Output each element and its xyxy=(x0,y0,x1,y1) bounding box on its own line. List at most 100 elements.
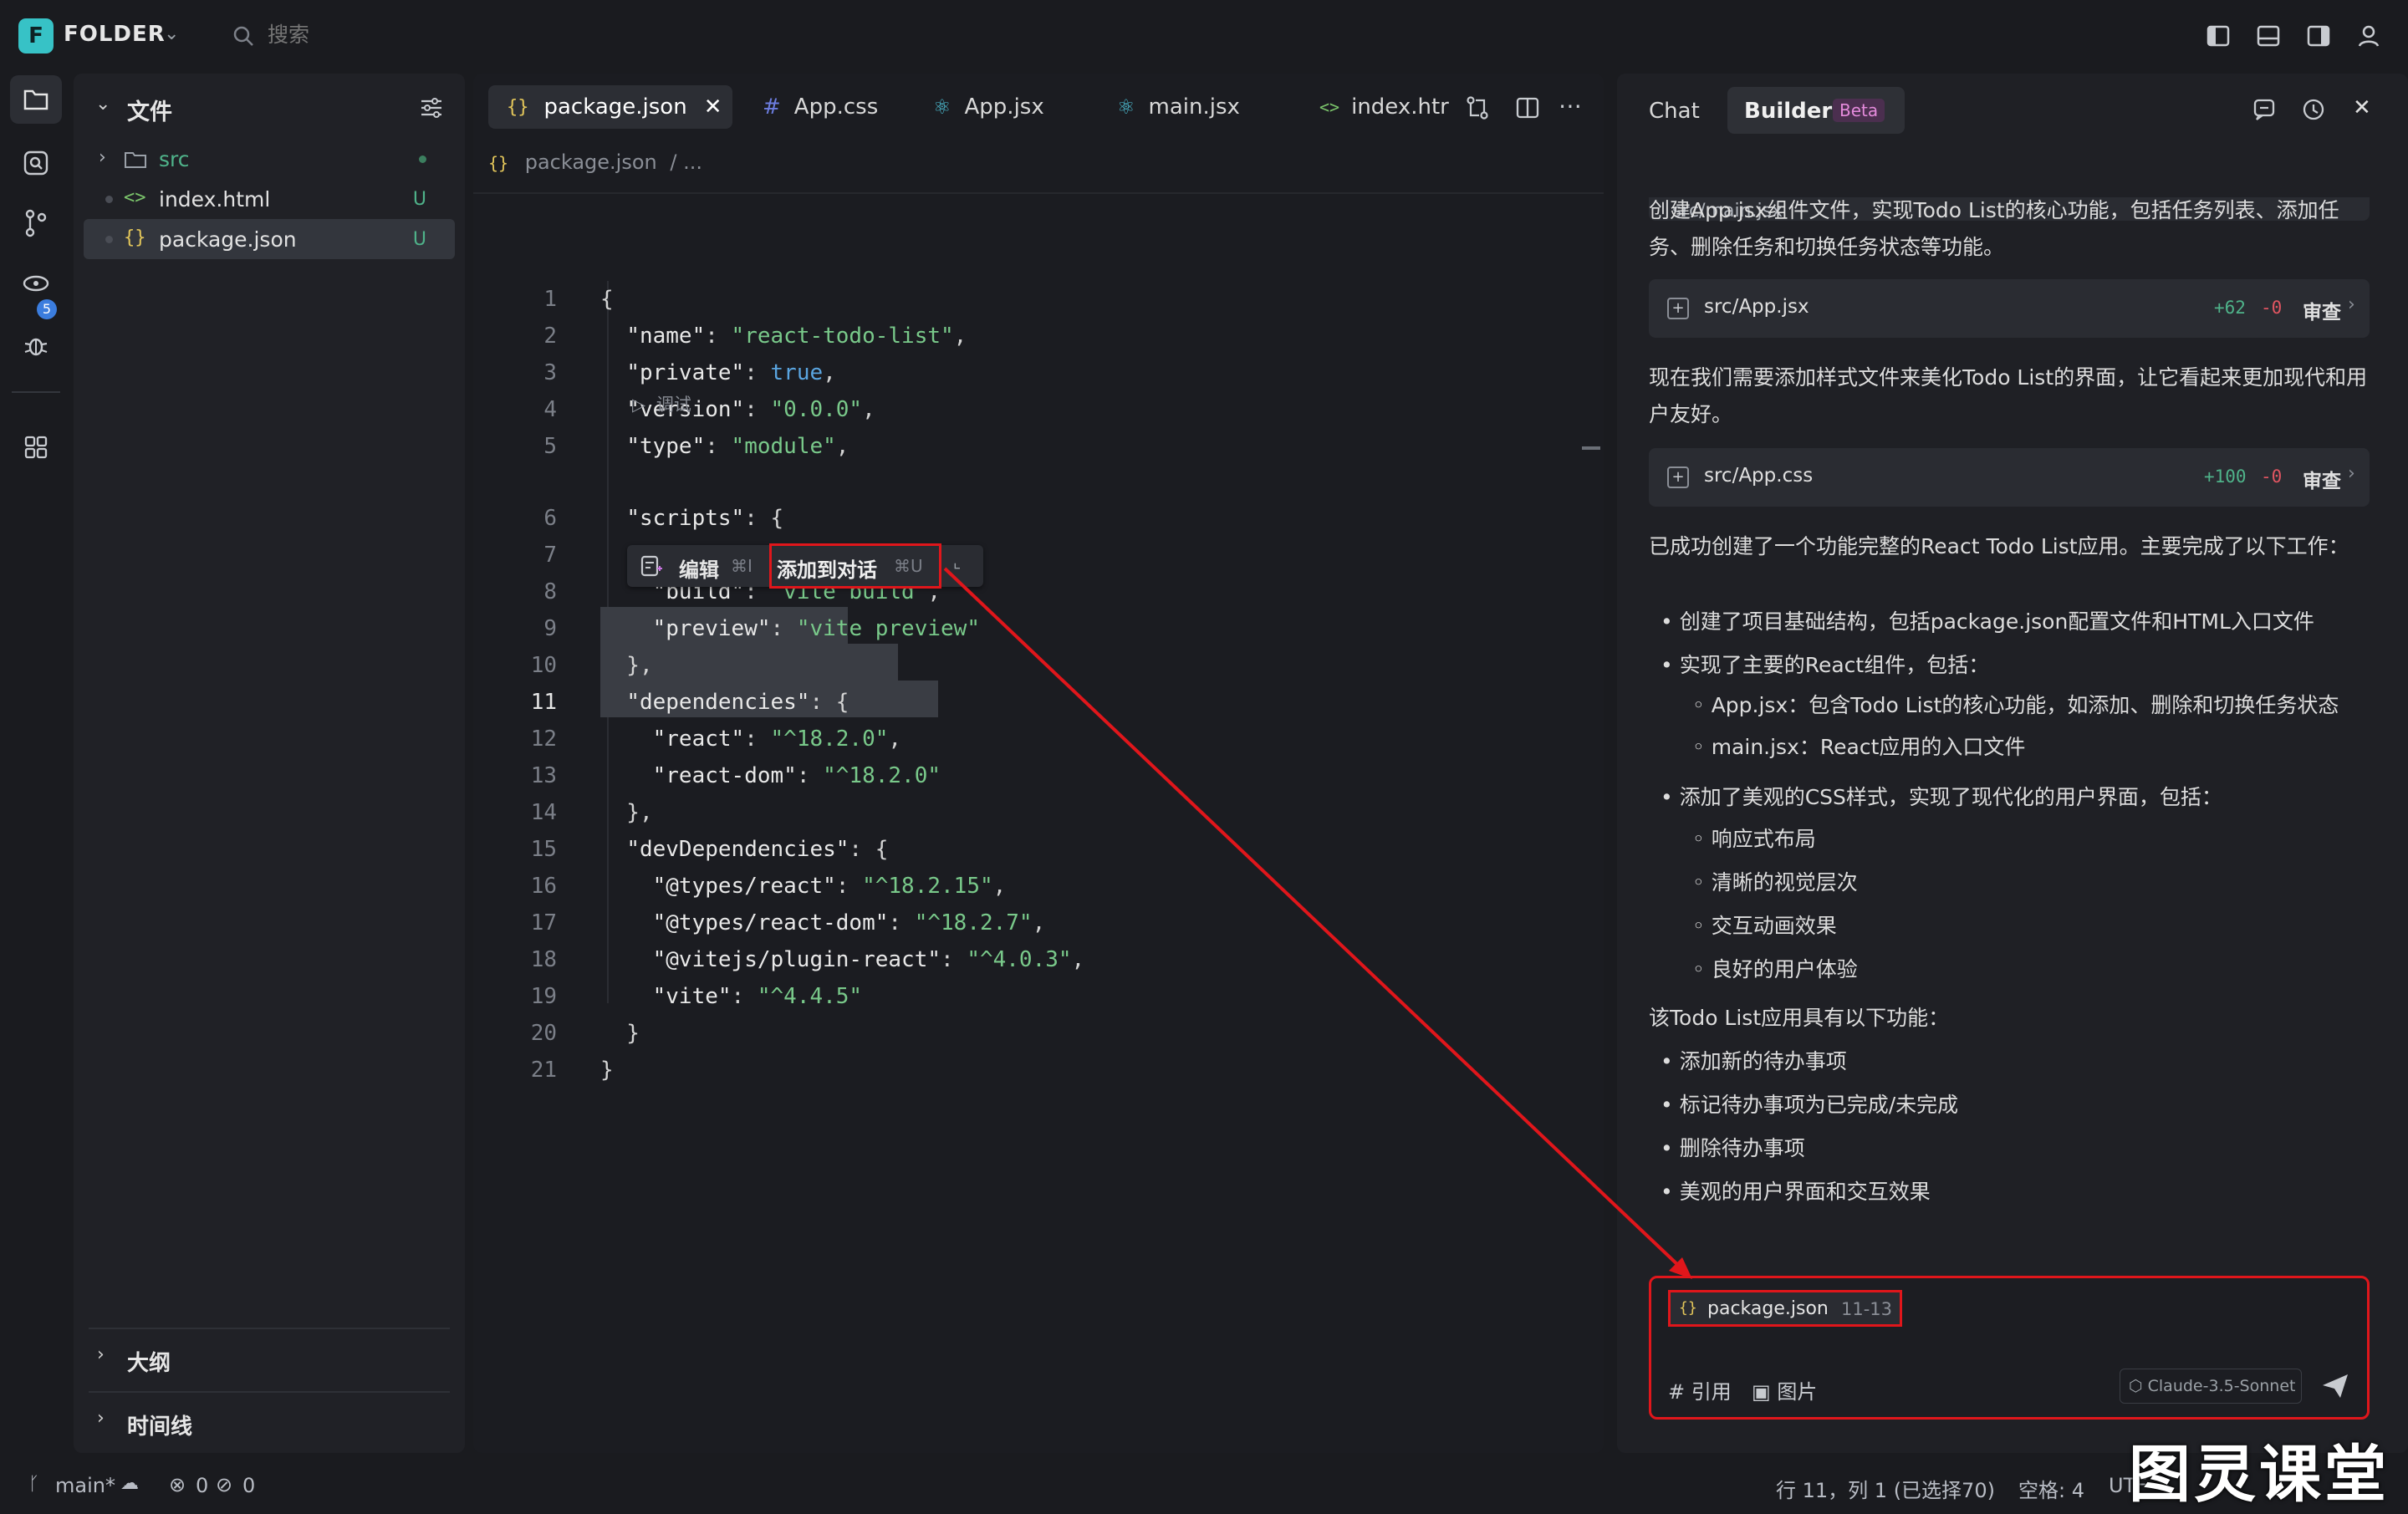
code-text: } xyxy=(600,1058,614,1083)
assistant-message: 已成功创建了一个功能完整的React Todo List应用。主要完成了以下工作… xyxy=(1649,534,2349,558)
watermark: 图灵课堂 xyxy=(2129,1439,2390,1511)
tree-item-package-json[interactable]: {} package.json U xyxy=(84,219,455,259)
list-item-text: 响应式布局 xyxy=(1711,827,1816,851)
tab-app-jsx[interactable]: ⚛ App.jsx xyxy=(931,85,1065,129)
code-line[interactable]: 15 "devDependencies": { xyxy=(473,831,1604,868)
remote-icon[interactable] xyxy=(10,259,62,308)
error-count[interactable]: 0 xyxy=(196,1474,208,1497)
code-line[interactable]: 14 }, xyxy=(473,794,1604,831)
search-icon xyxy=(233,26,253,46)
chevron-down-icon[interactable]: ⌄ xyxy=(95,94,110,115)
outline-section-title[interactable]: 大纲 xyxy=(127,1346,171,1377)
toggle-secondary-sidebar-icon[interactable] xyxy=(2306,23,2331,48)
branch-name[interactable]: main* xyxy=(55,1474,115,1497)
cite-button[interactable]: # 引用 xyxy=(1668,1375,1732,1404)
toggle-sidebar-icon[interactable] xyxy=(2206,23,2231,48)
context-chip[interactable]: {} package.json 11-13 xyxy=(1668,1290,1902,1327)
code-line[interactable]: 5 "type": "module", xyxy=(473,428,1604,465)
chevron-down-icon[interactable]: ⌄ xyxy=(164,23,179,44)
tab-label: index.htr xyxy=(1351,94,1449,120)
review-button[interactable]: 审查 xyxy=(2303,465,2341,493)
add-to-chat-button[interactable]: 添加到对话 ⌘U xyxy=(769,543,941,589)
extensions-icon[interactable] xyxy=(10,423,62,472)
tab-index-html[interactable]: <> index.htr xyxy=(1319,85,1460,129)
beta-badge: Beta xyxy=(1833,99,1885,122)
filter-settings-icon[interactable] xyxy=(420,97,443,119)
breadcrumb-file[interactable]: package.json xyxy=(525,150,657,174)
tab-package-json[interactable]: {} package.json ✕ xyxy=(488,85,732,129)
search-input[interactable] xyxy=(266,22,520,48)
chevron-right-icon[interactable]: › xyxy=(97,1344,105,1365)
history-icon[interactable] xyxy=(2301,97,2326,122)
expand-icon[interactable]: ⌞ xyxy=(953,552,961,572)
code-line[interactable]: 21} xyxy=(473,1052,1604,1088)
section-divider xyxy=(89,1328,450,1329)
code-line[interactable]: 10 }, xyxy=(473,647,1604,684)
search-code-icon[interactable] xyxy=(10,139,62,187)
split-editor-icon[interactable] xyxy=(1515,95,1540,120)
errors-icon: ⊗ xyxy=(169,1473,186,1496)
warning-count[interactable]: 0 xyxy=(242,1474,255,1497)
code-line[interactable]: 16 "@types/react": "^18.2.15", xyxy=(473,868,1604,905)
toggle-panel-icon[interactable] xyxy=(2256,23,2281,48)
list-item-text: 交互动画效果 xyxy=(1711,914,1837,938)
line-number: 15 xyxy=(530,837,557,862)
code-line[interactable]: 1{ xyxy=(473,281,1604,318)
folder-icon xyxy=(125,152,146,168)
more-actions-icon[interactable]: ⋯ xyxy=(1559,92,1582,120)
file-card-app-css[interactable]: + src/App.css +100 -0 审查 › xyxy=(1649,448,2370,507)
account-icon[interactable] xyxy=(2356,23,2381,48)
tab-main-jsx[interactable]: ⚛ main.jsx xyxy=(1117,85,1259,129)
debug-icon[interactable] xyxy=(10,321,62,370)
close-icon[interactable]: ✕ xyxy=(704,94,722,120)
model-selector[interactable]: ⬡ Claude-3.5-Sonnet xyxy=(2120,1369,2302,1404)
tree-item-src[interactable]: › src xyxy=(84,139,455,179)
code-line[interactable]: 17 "@types/react-dom": "^18.2.7", xyxy=(473,905,1604,941)
review-button[interactable]: 审查 xyxy=(2303,296,2341,324)
chevron-right-icon: › xyxy=(99,147,106,168)
workspace-name[interactable]: FOLDER xyxy=(64,22,166,47)
source-control-icon[interactable] xyxy=(10,199,62,247)
code-line[interactable]: 12 "react": "^18.2.0", xyxy=(473,721,1604,757)
new-chat-icon[interactable] xyxy=(2252,97,2278,122)
code-line[interactable]: 11 "dependencies": { xyxy=(473,684,1604,721)
compare-changes-icon[interactable] xyxy=(1465,95,1490,120)
file-explorer: ⌄ 文件 › src <> index.html U {} package.js… xyxy=(74,74,465,1453)
tab-app-css[interactable]: # App.css xyxy=(749,85,883,129)
code-line[interactable]: 2 "name": "react-todo-list", xyxy=(473,318,1604,354)
expand-plus-icon[interactable]: + xyxy=(1667,298,1689,319)
indentation[interactable]: 空格: 4 xyxy=(2018,1474,2084,1503)
code-line[interactable]: 9 "preview": "vite preview" xyxy=(473,610,1604,647)
edit-button[interactable]: 编辑 xyxy=(679,553,719,583)
code-line[interactable]: 20 } xyxy=(473,1015,1604,1052)
code-text: "devDependencies": { xyxy=(626,837,889,862)
expand-plus-icon[interactable]: + xyxy=(1667,466,1689,488)
list-item: • 标记待办事项为已完成/未完成 xyxy=(1661,1093,1959,1117)
code-line[interactable]: 18 "@vitejs/plugin-react": "^4.0.3", xyxy=(473,941,1604,978)
sync-icon[interactable]: ☁ xyxy=(120,1473,139,1494)
code-line[interactable]: 3 "private": true, xyxy=(473,354,1604,391)
tab-label: main.jsx xyxy=(1148,94,1240,120)
lines-added: +100 xyxy=(2204,466,2247,487)
add-shortcut: ⌘U xyxy=(894,556,923,576)
lines-added: +62 xyxy=(2214,298,2246,318)
chevron-right-icon[interactable]: › xyxy=(97,1408,105,1429)
code-line[interactable]: 19 "vite": "^4.4.5" xyxy=(473,978,1604,1015)
timeline-section-title[interactable]: 时间线 xyxy=(127,1409,192,1440)
close-icon[interactable]: ✕ xyxy=(2353,95,2371,120)
code-text: "dependencies": { xyxy=(626,690,849,715)
code-line[interactable]: 6 "scripts": { xyxy=(473,500,1604,537)
image-button[interactable]: ▣ 图片 xyxy=(1752,1375,1817,1404)
code-line[interactable]: 13 "react-dom": "^18.2.0" xyxy=(473,757,1604,794)
chat-input[interactable]: {} package.json 11-13 # 引用 ▣ 图片 ⬡ Claude… xyxy=(1649,1276,2370,1420)
send-icon[interactable] xyxy=(2320,1372,2350,1400)
explorer-icon[interactable] xyxy=(10,75,62,124)
tab-builder[interactable]: Builder Beta xyxy=(1727,87,1905,134)
tab-chat[interactable]: Chat xyxy=(1649,99,1700,124)
codelens-debug[interactable]: ▷ 调试 xyxy=(632,391,691,416)
tree-item-index-html[interactable]: <> index.html U xyxy=(84,179,455,219)
file-card-app-jsx[interactable]: + src/App.jsx +62 -0 审查 › xyxy=(1649,279,2370,338)
line-number: 7 xyxy=(543,543,557,568)
cursor-position[interactable]: 行 11，列 1 (已选择70) xyxy=(1776,1474,1995,1503)
line-number: 4 xyxy=(543,397,557,422)
